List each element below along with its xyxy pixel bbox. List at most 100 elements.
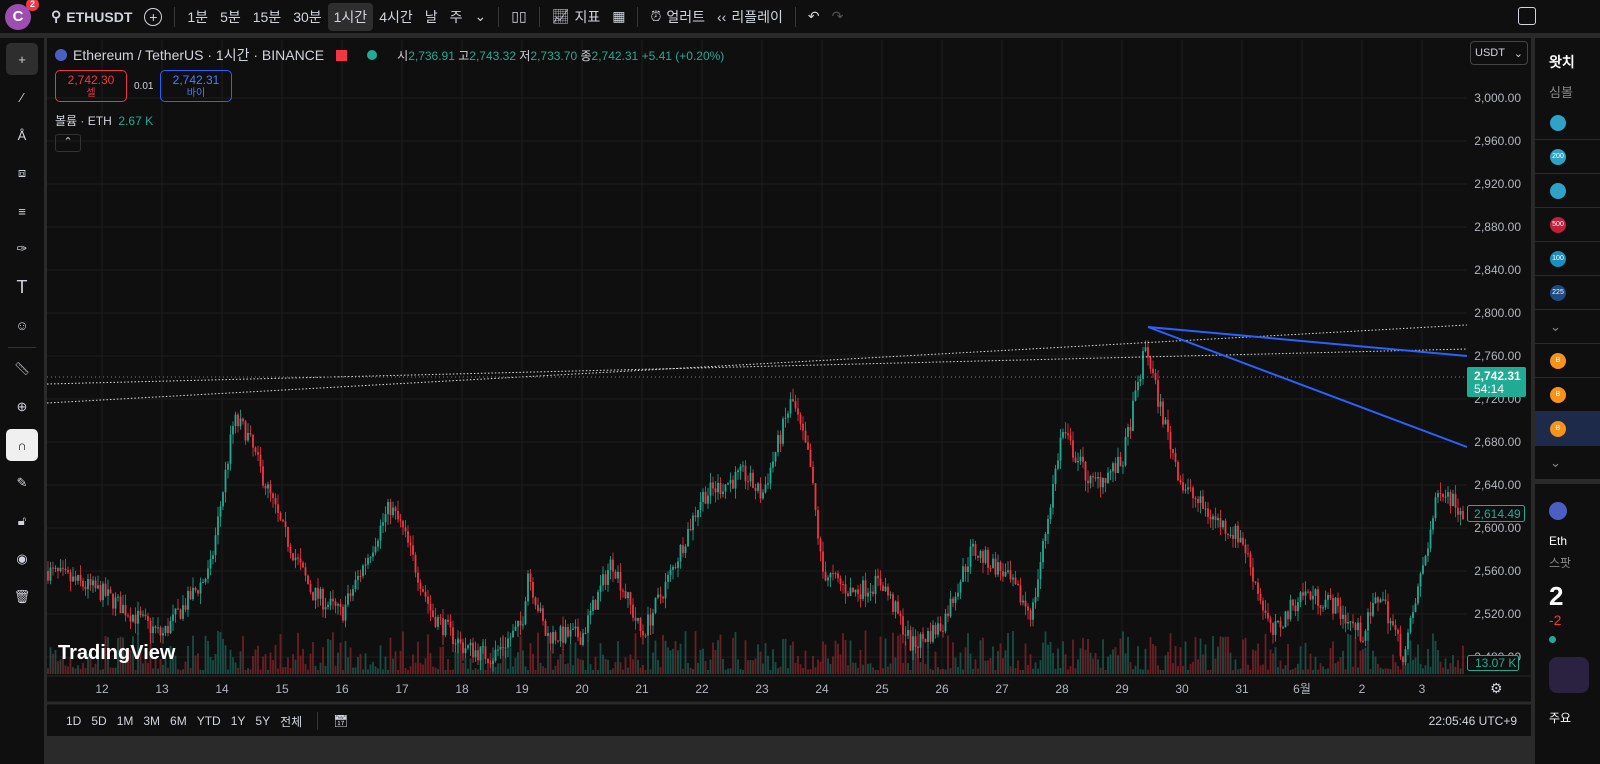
candle-body [114,597,117,609]
watchlist-item[interactable]: 225 [1535,276,1600,310]
section-toggle[interactable]: ⌄ [1535,446,1600,480]
candle-body [544,620,547,636]
symbol-details: Eth 스팟 2 -2 주요 [1535,480,1600,726]
section-toggle[interactable]: ⌄ [1535,310,1600,344]
volume-bar [854,662,857,674]
price-marker-label: 2,614.49 [1474,507,1521,521]
candle-body [207,568,209,579]
range-1m[interactable]: 1M [112,714,139,728]
candle-body [504,647,507,649]
volume-bar [714,650,717,674]
range-1d[interactable]: 1D [61,714,86,728]
candle-body [1389,621,1392,624]
candle-body [329,598,332,605]
upgrade-button[interactable] [1549,657,1589,693]
price-tick: 2,840.00 [1474,263,1521,277]
watchlist-item[interactable] [1535,106,1600,140]
candle-body [1427,548,1429,556]
volume-bar [1199,638,1202,674]
volume-bar [162,664,164,674]
volume-bar [689,667,692,674]
watchlist-item[interactable]: B [1535,344,1600,378]
candle-body [247,432,249,441]
goto-date-button[interactable]: 📅︎ [328,714,353,728]
volume-bar [544,668,547,674]
watchlist-item-selected[interactable]: B [1535,412,1600,446]
candle-body [317,587,319,599]
candle-body [564,627,567,643]
range-1y[interactable]: 1Y [226,714,251,728]
volume-bar [957,667,959,674]
volume-bar [1307,669,1309,674]
candle-body [1444,496,1447,498]
candle-body [612,559,614,572]
flag-icon[interactable] [336,49,348,61]
volume-bar [252,656,254,674]
watchlist-item[interactable]: 200 [1535,140,1600,174]
candle-body [417,572,419,583]
clock-time[interactable]: 22:05:46 UTC+9 [1429,714,1517,728]
volume-bar [99,669,102,674]
watchlist-item[interactable]: 500 [1535,208,1600,242]
chart-settings-button[interactable]: ⚙ [1490,680,1503,697]
time-tick: 29 [1115,682,1129,696]
candle-body [472,642,474,658]
candle-body [257,451,259,455]
collapse-legend-button[interactable]: ⌃ [55,134,81,152]
candle-body [272,493,274,498]
candle-body [82,580,84,587]
volume-bar [1169,633,1172,674]
watchlist-item[interactable] [1535,174,1600,208]
candle-body [1432,518,1434,530]
candle-body [407,531,409,543]
candle-body [999,562,1002,571]
range-6m[interactable]: 6M [165,714,192,728]
candle-body [399,519,402,521]
candle-body [697,510,699,518]
candle-body [464,648,467,654]
volume-bar [259,669,262,674]
candle-body [912,636,914,651]
volume-bar [909,669,912,674]
candle-body [752,472,754,488]
candle-body [1072,440,1074,458]
volume-bar [322,647,324,674]
watchlist-item[interactable]: B [1535,378,1600,412]
range-all[interactable]: 전체 [275,713,307,730]
volume-bar [787,668,789,674]
candle-body [187,591,189,610]
candle-body [1332,597,1334,614]
candle-body [604,574,607,585]
candle-body [427,596,429,604]
candle-body [167,625,169,634]
range-5y[interactable]: 5Y [250,714,275,728]
volume-bar [79,668,82,674]
volume-bar [419,662,422,674]
currency-select[interactable]: USDT ⌄ [1470,41,1528,65]
volume-bar [84,667,87,674]
candle-body [1174,453,1177,462]
candle-body [1084,461,1087,481]
candle-body [1082,456,1084,462]
volume-bar [1304,642,1307,674]
range-3m[interactable]: 3M [138,714,165,728]
watchlist-item[interactable]: 100 [1535,242,1600,276]
candle-body [459,639,462,643]
volume-bar [827,658,829,674]
price-chart[interactable]: 3,000.00 2,960.00 2,920.00 2,880.00 2,840.00… [0,0,1600,764]
volume-bar [1214,658,1217,674]
candle-body [69,572,72,582]
buy-button[interactable]: 2,742.31 바이 [160,70,232,102]
volume-bar [1127,636,1129,674]
volume-bar [184,661,187,674]
volume-bar [262,656,264,674]
range-ytd[interactable]: YTD [192,714,226,728]
sell-button[interactable]: 2,742.30 셀 [55,70,127,102]
range-5d[interactable]: 5D [86,714,111,728]
candle-body [572,628,574,630]
candle-body [1094,477,1097,479]
candle-body [1392,621,1394,626]
candle-body [904,634,907,636]
candle-body [234,414,237,427]
candle-body [634,617,637,621]
